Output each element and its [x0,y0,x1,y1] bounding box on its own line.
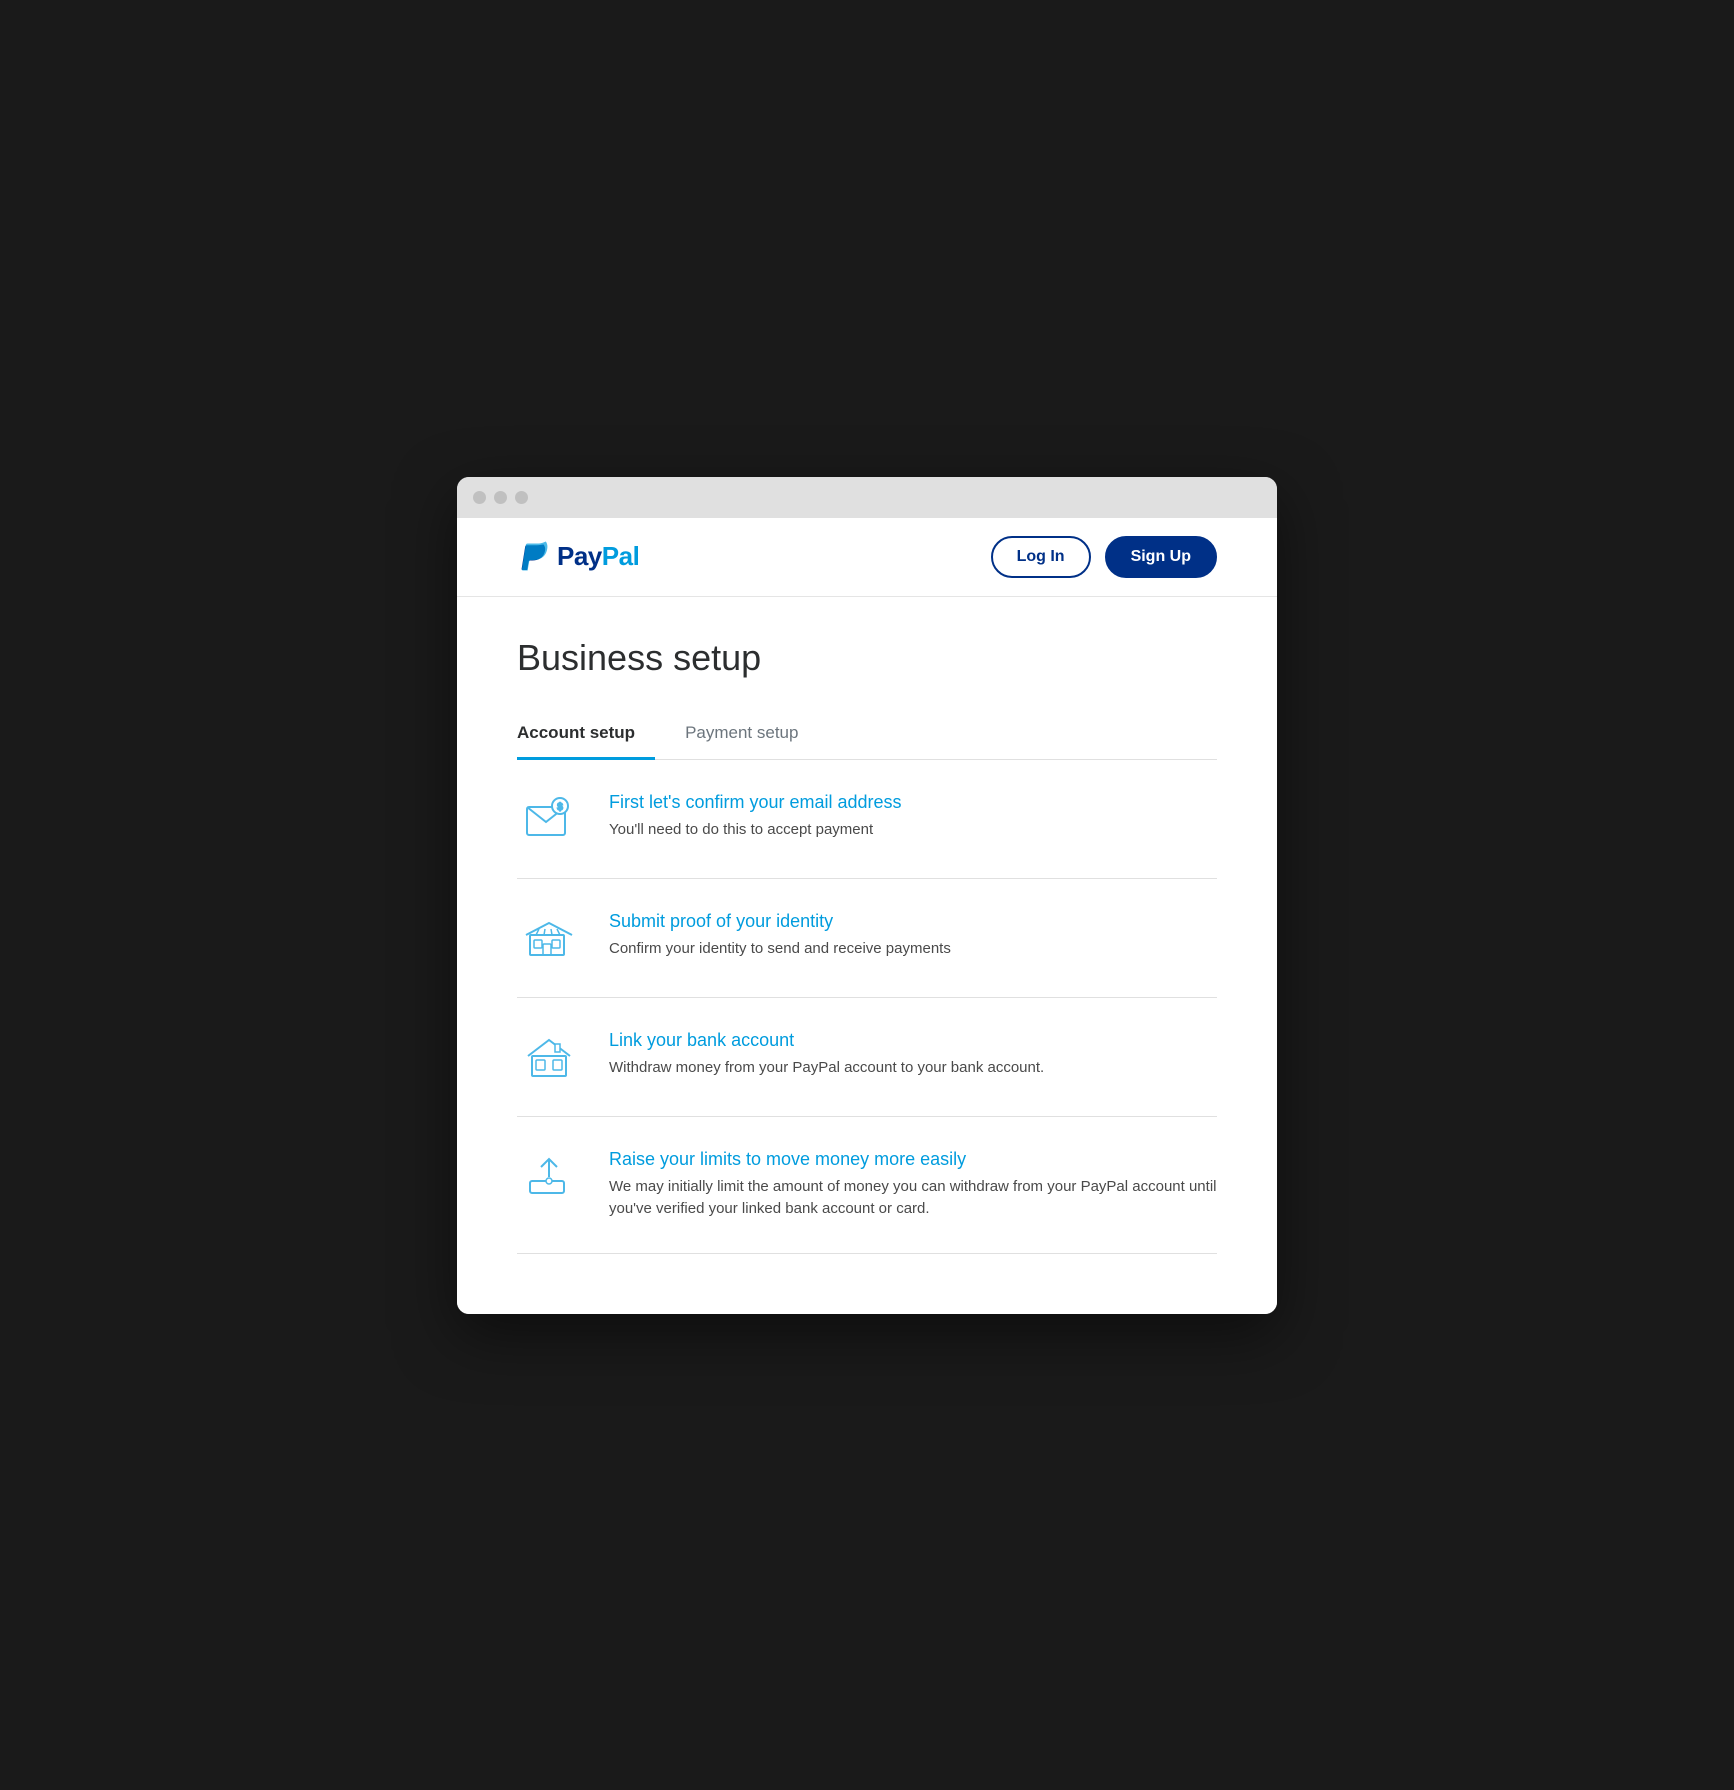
logo-text: PayPal [557,541,639,572]
item-title-confirm-email[interactable]: First let's confirm your email address [609,792,1217,813]
item-desc-confirm-email: You'll need to do this to accept payment [609,819,1217,842]
item-content-submit-identity: Submit proof of your identity Confirm yo… [609,911,1217,961]
traffic-light-maximize[interactable] [515,491,528,504]
item-title-submit-identity[interactable]: Submit proof of your identity [609,911,1217,932]
page-title: Business setup [517,637,1217,679]
email-icon: $ [517,792,581,846]
setup-item-raise-limits: Raise your limits to move money more eas… [517,1117,1217,1254]
browser-chrome [457,477,1277,518]
item-content-raise-limits: Raise your limits to move money more eas… [609,1149,1217,1221]
logo-pal: Pal [602,541,640,571]
item-content-link-bank: Link your bank account Withdraw money fr… [609,1030,1217,1080]
item-desc-link-bank: Withdraw money from your PayPal account … [609,1057,1217,1080]
paypal-logo-icon [517,538,549,576]
traffic-light-minimize[interactable] [494,491,507,504]
browser-window: PayPal Log In Sign Up Business setup Acc… [457,477,1277,1314]
navbar: PayPal Log In Sign Up [457,518,1277,597]
logo-pay: Pay [557,541,602,571]
setup-item-link-bank: Link your bank account Withdraw money fr… [517,998,1217,1117]
item-title-raise-limits[interactable]: Raise your limits to move money more eas… [609,1149,1217,1170]
tab-payment-setup[interactable]: Payment setup [685,709,818,760]
logo: PayPal [517,538,639,576]
setup-list: $ First let's confirm your email address… [517,760,1217,1254]
item-content-confirm-email: First let's confirm your email address Y… [609,792,1217,842]
item-desc-raise-limits: We may initially limit the amount of mon… [609,1176,1217,1221]
signup-button[interactable]: Sign Up [1105,536,1217,578]
page-container: PayPal Log In Sign Up Business setup Acc… [457,518,1277,1314]
setup-item-submit-identity: Submit proof of your identity Confirm yo… [517,879,1217,998]
tab-account-setup[interactable]: Account setup [517,709,655,760]
upload-icon [517,1149,581,1203]
tabs: Account setup Payment setup [517,709,1217,760]
item-desc-submit-identity: Confirm your identity to send and receiv… [609,938,1217,961]
svg-text:$: $ [557,802,563,813]
store-icon [517,911,581,965]
traffic-light-close[interactable] [473,491,486,504]
nav-buttons: Log In Sign Up [991,536,1217,578]
item-title-link-bank[interactable]: Link your bank account [609,1030,1217,1051]
login-button[interactable]: Log In [991,536,1091,578]
main-content: Business setup Account setup Payment set… [457,597,1277,1314]
bank-icon [517,1030,581,1084]
setup-item-confirm-email: $ First let's confirm your email address… [517,760,1217,879]
